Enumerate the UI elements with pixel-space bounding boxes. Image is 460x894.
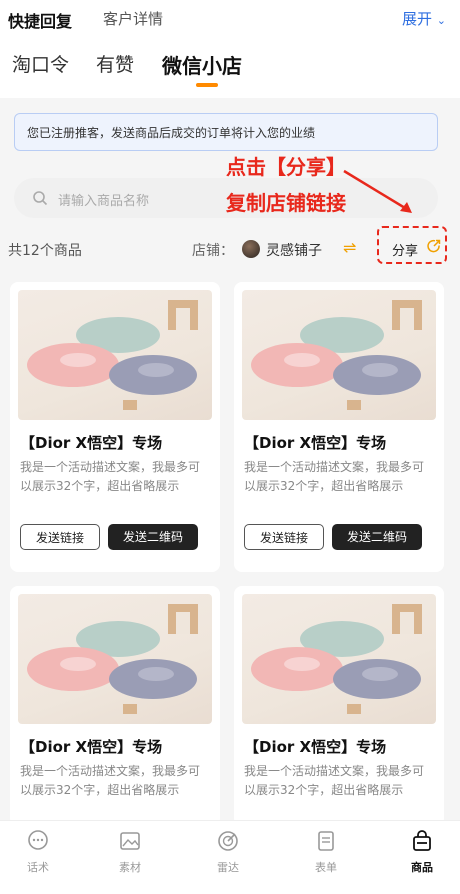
search-placeholder: 请输入商品名称 xyxy=(58,194,150,209)
product-description: 我是一个活动描述文案，我最多可以展示32个字，超出省略展示 xyxy=(244,764,425,797)
product-image xyxy=(18,594,212,724)
nav-item-products[interactable]: 商品 xyxy=(392,829,452,875)
nav-label: 表单 xyxy=(315,861,337,874)
nav-item-radar[interactable]: 雷达 xyxy=(198,829,258,875)
tab-wechat-store[interactable]: 微信小店 xyxy=(162,50,242,79)
platform-tabs: 淘口令 有赞 微信小店 xyxy=(0,36,460,98)
share-button[interactable]: 分享 xyxy=(392,240,418,259)
chevron-down-icon: ⌄ xyxy=(436,14,446,27)
share-icon[interactable] xyxy=(427,239,441,253)
product-title: 【Dior X悟空】专场 xyxy=(244,434,387,452)
switch-store-icon[interactable]: ⇌ xyxy=(343,238,356,257)
shopping-bag-icon xyxy=(413,830,431,851)
tab-quick-reply[interactable]: 快捷回复 xyxy=(8,8,72,32)
product-image xyxy=(242,290,436,420)
chat-icon xyxy=(28,830,48,850)
product-title: 【Dior X悟空】专场 xyxy=(244,738,387,756)
product-count: 共12个商品 xyxy=(8,243,82,259)
product-card[interactable]: 【Dior X悟空】专场 我是一个活动描述文案，我最多可以展示32个字，超出省略… xyxy=(234,282,444,572)
send-link-button[interactable]: 发送链接 xyxy=(20,524,100,550)
product-description: 我是一个活动描述文案，我最多可以展示32个字，超出省略展示 xyxy=(20,764,201,797)
product-description: 我是一个活动描述文案，我最多可以展示32个字，超出省略展示 xyxy=(20,460,201,493)
nav-label: 商品 xyxy=(411,861,433,874)
tab-youzan[interactable]: 有赞 xyxy=(96,50,134,77)
product-title: 【Dior X悟空】专场 xyxy=(20,434,163,452)
product-card[interactable]: 【Dior X悟空】专场 我是一个活动描述文案，我最多可以展示32个字，超出省略… xyxy=(10,586,220,826)
send-qrcode-button[interactable]: 发送二维码 xyxy=(108,524,198,550)
product-image xyxy=(18,290,212,420)
nav-label: 素材 xyxy=(119,861,141,874)
nav-label: 雷达 xyxy=(217,861,239,874)
active-tab-indicator xyxy=(196,83,218,87)
top-bar: 快捷回复 客户详情 展开 ⌄ xyxy=(0,0,460,36)
expand-button[interactable]: 展开 ⌄ xyxy=(402,8,446,29)
annotation-arrow-icon xyxy=(343,169,412,213)
annotation-line-2: 复制店铺链接 xyxy=(226,191,346,215)
store-label: 店铺： xyxy=(192,243,234,259)
expand-label: 展开 xyxy=(401,10,432,28)
send-link-button[interactable]: 发送链接 xyxy=(244,524,324,550)
form-icon xyxy=(318,831,334,851)
image-icon xyxy=(120,832,140,850)
radar-icon xyxy=(218,831,238,851)
store-name: 灵感铺子 xyxy=(266,243,322,259)
nav-item-materials[interactable]: 素材 xyxy=(100,829,160,875)
product-card[interactable]: 【Dior X悟空】专场 我是一个活动描述文案，我最多可以展示32个字，超出省略… xyxy=(234,586,444,826)
search-icon xyxy=(33,191,48,206)
bottom-nav: 话术 素材 雷达 表单 商品 xyxy=(0,820,460,894)
annotation-line-1: 点击【分享】 xyxy=(226,155,346,179)
store-avatar xyxy=(242,240,260,258)
promoter-notice: 您已注册推客，发送商品后成交的订单将计入您的业绩 xyxy=(14,113,438,151)
send-qrcode-button[interactable]: 发送二维码 xyxy=(332,524,422,550)
product-card[interactable]: 【Dior X悟空】专场 我是一个活动描述文案，我最多可以展示32个字，超出省略… xyxy=(10,282,220,572)
product-image xyxy=(242,594,436,724)
product-description: 我是一个活动描述文案，我最多可以展示32个字，超出省略展示 xyxy=(244,460,425,493)
nav-item-scripts[interactable]: 话术 xyxy=(8,829,68,875)
nav-label: 话术 xyxy=(27,861,49,874)
tab-customer-detail[interactable]: 客户详情 xyxy=(103,8,163,29)
notice-text: 您已注册推客，发送商品后成交的订单将计入您的业绩 xyxy=(27,126,316,140)
tab-taokouling[interactable]: 淘口令 xyxy=(12,50,69,77)
nav-item-forms[interactable]: 表单 xyxy=(296,829,356,875)
product-title: 【Dior X悟空】专场 xyxy=(20,738,163,756)
